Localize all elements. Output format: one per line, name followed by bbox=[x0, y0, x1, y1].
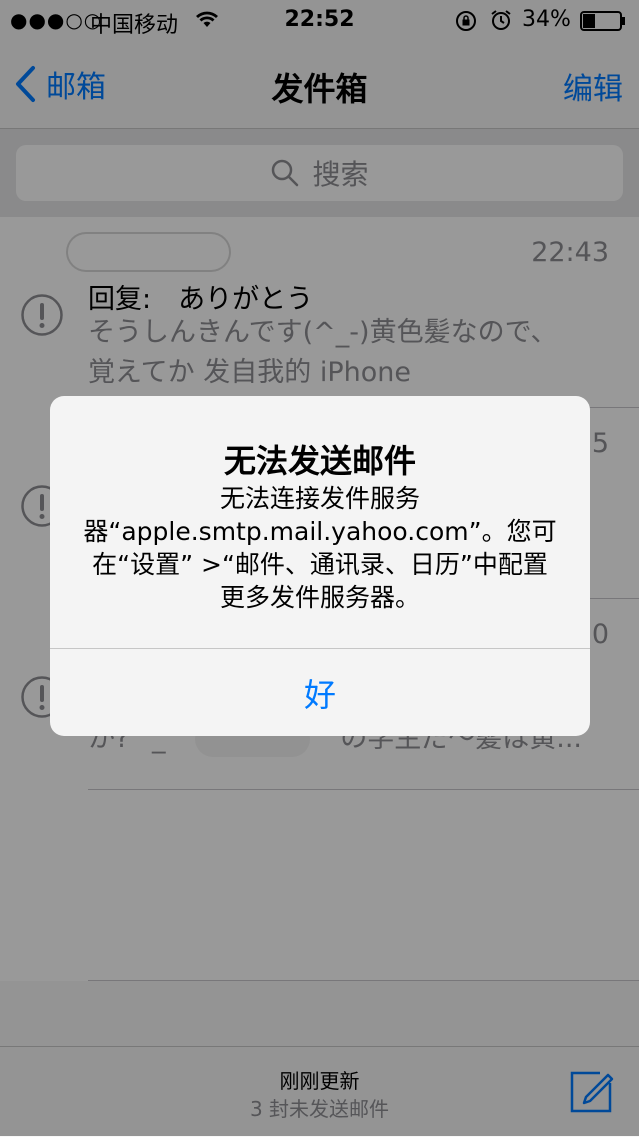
alert-message: 无法连接发件服务 器“apple.smtp.mail.yahoo.com”。您可… bbox=[80, 482, 560, 614]
alert-title: 无法发送邮件 bbox=[223, 442, 416, 480]
alert-dialog: 无法发送邮件 无法连接发件服务 器“apple.smtp.mail.yahoo.… bbox=[50, 396, 590, 736]
ok-button[interactable]: 好 bbox=[50, 649, 590, 736]
alert-message-line: 器“apple.smtp.mail.yahoo.com”。您可 bbox=[83, 517, 557, 546]
alert-message-line: 在“设置” >“邮件、通讯录、日历”中配置 bbox=[92, 550, 548, 579]
alert-message-line: 更多发件服务器。 bbox=[219, 583, 420, 612]
alert-message-line: 无法连接发件服务 bbox=[219, 484, 420, 513]
